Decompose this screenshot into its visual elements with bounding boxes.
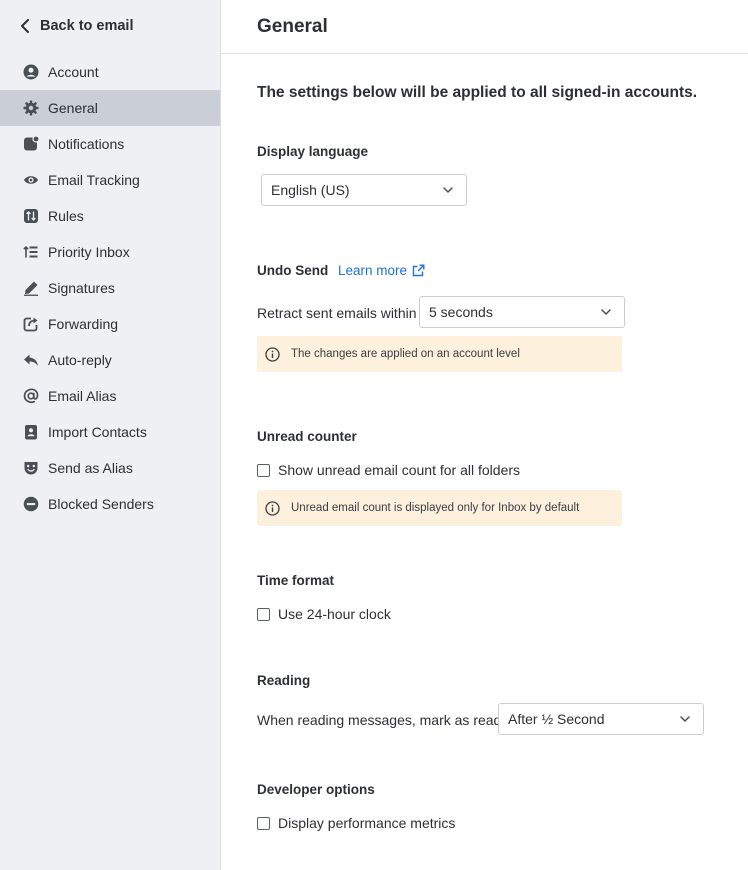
settings-sidebar: Back to email Account General Notificati… [0,0,221,870]
back-to-email-label: Back to email [40,18,134,34]
learn-more-link[interactable]: Learn more [338,263,425,278]
settings-intro: The settings below will be applied to al… [257,84,698,101]
sidebar-item-label: Email Alias [48,388,117,404]
sidebar-item-general[interactable]: General [0,90,220,126]
at-icon [22,387,40,405]
checkbox-box[interactable] [257,607,270,621]
rules-icon [22,207,40,225]
reply-icon [22,351,40,369]
reading-title: Reading [257,673,311,688]
mark-as-read-label: When reading messages, mark as read [257,712,502,728]
gear-icon [22,99,40,117]
sidebar-item-email-tracking[interactable]: Email Tracking [0,162,220,198]
info-icon [265,500,280,516]
unread-counter-title: Unread counter [257,429,357,444]
priority-icon [22,243,40,261]
sidebar-item-priority-inbox[interactable]: Priority Inbox [0,234,220,270]
mark-as-read-value: After ½ Second [508,711,605,727]
page-title: General [257,15,328,37]
sidebar-item-label: Account [48,64,99,80]
sidebar-item-label: Signatures [48,280,115,296]
display-language-title: Display language [257,144,369,159]
sidebar-item-signatures[interactable]: Signatures [0,270,220,306]
retract-time-select[interactable]: 5 seconds [419,296,625,328]
sidebar-item-account[interactable]: Account [0,54,220,90]
info-icon [265,346,280,362]
unread-count-checkbox[interactable]: Show unread email count for all folders [257,462,520,478]
sidebar-item-send-as-alias[interactable]: Send as Alias [0,450,220,486]
forward-icon [22,315,40,333]
sidebar-item-label: Priority Inbox [48,244,130,260]
account-icon [22,63,40,81]
learn-more-label: Learn more [338,263,408,278]
sidebar-item-label: Send as Alias [48,460,133,476]
settings-nav: Account General Notifications Email Trac… [0,54,220,522]
chevron-down-icon [601,309,611,315]
24-hour-clock-label: Use 24-hour clock [278,606,391,622]
performance-metrics-label: Display performance metrics [278,815,456,831]
chevron-down-icon [680,716,690,722]
back-to-email-link[interactable]: Back to email [20,16,134,36]
sidebar-item-blocked-senders[interactable]: Blocked Senders [0,486,220,522]
sidebar-item-forwarding[interactable]: Forwarding [0,306,220,342]
sidebar-item-label: Notifications [48,136,125,152]
display-language-select[interactable]: English (US) [261,174,467,206]
developer-options-title: Developer options [257,782,375,797]
retract-label: Retract sent emails within [257,305,417,321]
chevron-down-icon [443,187,453,193]
mask-icon [22,459,40,477]
unread-counter-notice: Unread email count is displayed only for… [257,490,622,526]
performance-metrics-checkbox[interactable]: Display performance metrics [257,815,455,831]
notifications-icon [22,135,40,153]
contacts-icon [22,423,40,441]
sidebar-item-notifications[interactable]: Notifications [0,126,220,162]
eye-icon [22,171,40,189]
sidebar-item-email-alias[interactable]: Email Alias [0,378,220,414]
page-header: General [221,0,748,54]
checkbox-box[interactable] [257,816,270,830]
display-language-value: English (US) [271,182,350,198]
unread-counter-notice-text: Unread email count is displayed only for… [291,502,580,514]
external-link-icon [412,264,425,277]
retract-time-value: 5 seconds [429,304,493,320]
sidebar-item-label: Import Contacts [48,424,147,440]
sidebar-item-label: Forwarding [48,316,119,332]
sidebar-item-auto-reply[interactable]: Auto-reply [0,342,220,378]
sidebar-item-import-contacts[interactable]: Import Contacts [0,414,220,450]
blocked-icon [22,495,40,513]
sidebar-item-label: Email Tracking [48,172,140,188]
checkbox-box[interactable] [257,463,270,477]
sidebar-item-label: General [48,100,98,116]
time-format-title: Time format [257,573,335,588]
sidebar-item-rules[interactable]: Rules [0,198,220,234]
chevron-left-icon [20,16,34,36]
24-hour-clock-checkbox[interactable]: Use 24-hour clock [257,606,391,622]
settings-main-panel: General The settings below will be appli… [221,0,748,870]
undo-send-notice-text: The changes are applied on an account le… [291,348,520,360]
unread-count-label: Show unread email count for all folders [278,462,521,478]
undo-send-notice: The changes are applied on an account le… [257,336,622,372]
undo-send-title: Undo Send [257,263,329,278]
sidebar-item-label: Blocked Senders [48,496,154,512]
sidebar-item-label: Auto-reply [48,352,112,368]
pen-icon [22,279,40,297]
sidebar-item-label: Rules [48,208,84,224]
mark-as-read-select[interactable]: After ½ Second [498,703,704,735]
